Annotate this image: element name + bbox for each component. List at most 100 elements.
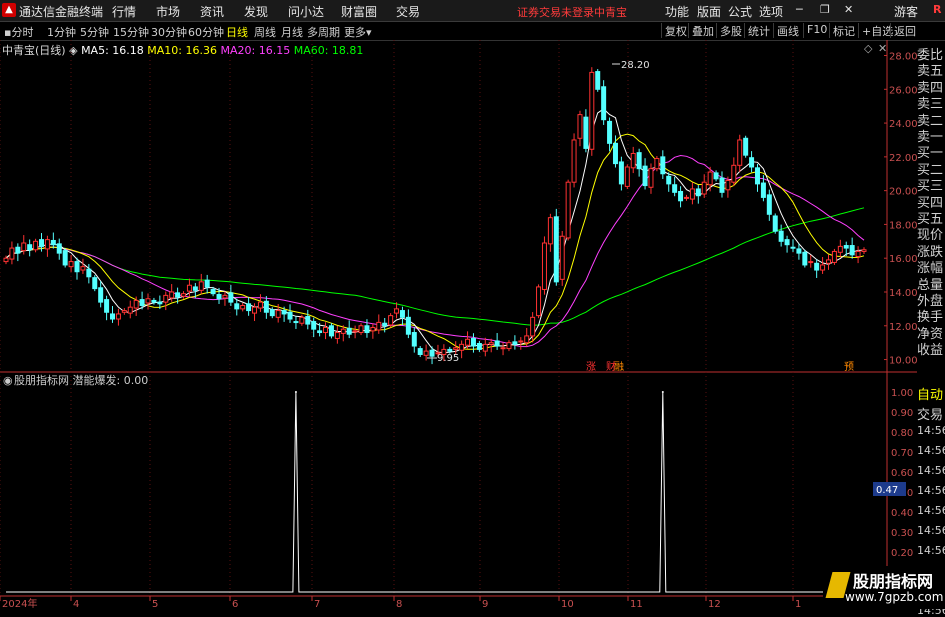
period-toolbar: ▪分时 1分钟 5分钟 15分钟 30分钟 60分钟 日线 周线 月线 多周期 …	[0, 22, 945, 41]
y-tick-label: 26.00	[889, 85, 917, 96]
candle-body	[275, 310, 281, 318]
candle-body	[565, 181, 571, 239]
tab-60min[interactable]: 60分钟	[188, 24, 224, 40]
candle-body	[630, 152, 636, 169]
trade-time: 14:56	[917, 504, 945, 517]
menu-formula[interactable]: 公式	[728, 3, 752, 20]
candle-body	[719, 177, 725, 193]
menu-function[interactable]: 功能	[665, 3, 689, 20]
menu-wealth[interactable]: 财富圈	[341, 3, 377, 20]
candle-body	[731, 164, 737, 183]
mark-button[interactable]: 标记	[829, 23, 858, 38]
candle-body	[476, 343, 482, 350]
menu-news[interactable]: 资讯	[200, 3, 224, 20]
draw-line-button[interactable]: 画线	[773, 23, 802, 38]
quote-field-label: 收益	[917, 343, 944, 359]
candle-body	[689, 188, 695, 200]
ma5-path	[5, 108, 865, 354]
tab-daily[interactable]: 日线	[226, 24, 248, 40]
candle-body	[524, 335, 530, 344]
multi-stock-button[interactable]: 多股	[716, 23, 745, 38]
candle-body	[358, 325, 364, 334]
minimize-icon[interactable]: ─	[796, 3, 803, 16]
candle-body	[814, 262, 820, 271]
x-tick-label: 2024年	[2, 597, 37, 609]
tab-more[interactable]: 更多▾	[344, 24, 372, 40]
indicator-tick-label: 0.60	[891, 468, 913, 479]
candle-body	[287, 311, 293, 320]
candle-body	[269, 309, 275, 317]
menu-layout[interactable]: 版面	[697, 3, 721, 20]
candle-body	[577, 114, 583, 139]
candle-body	[837, 245, 843, 253]
candle-body	[252, 306, 258, 314]
candle-body	[376, 321, 382, 331]
candle-body	[536, 286, 542, 317]
tab-15min[interactable]: 15分钟	[113, 24, 149, 40]
tab-intraday[interactable]: ▪分时	[4, 24, 33, 40]
y-tick-label: 12.00	[889, 322, 917, 333]
candle-body	[133, 299, 139, 309]
candle-body	[181, 293, 187, 297]
candle-body	[228, 292, 234, 303]
candle-body	[216, 294, 222, 300]
overlay-button[interactable]: 叠加	[688, 23, 717, 38]
chart-canvas[interactable]: 28.20 9.95 涨 财 融 预 ◉ 股朋指标网 潜能爆发: 0.00 28…	[0, 40, 917, 609]
indicator-toggle-icon[interactable]: ◉	[3, 374, 13, 387]
candle-body	[115, 313, 121, 320]
candle-body	[364, 325, 370, 334]
candle-body	[340, 328, 346, 334]
close-icon[interactable]: ✕	[844, 3, 853, 16]
candle-body	[683, 196, 689, 199]
menu-market[interactable]: 市场	[156, 3, 180, 20]
x-tick-label: 7	[314, 599, 320, 609]
y-tick-label: 16.00	[889, 254, 917, 265]
tab-multi-period[interactable]: 多周期	[307, 24, 340, 40]
tab-30min[interactable]: 30分钟	[151, 24, 187, 40]
auto-trade-label[interactable]: 自动	[917, 384, 945, 403]
candle-body	[110, 313, 116, 320]
back-button[interactable]: 返回	[890, 23, 919, 38]
menu-quotes[interactable]: 行情	[112, 3, 136, 20]
candle-body	[104, 299, 110, 313]
menu-ask[interactable]: 问小达	[288, 3, 324, 20]
y-tick-label: 18.00	[889, 220, 917, 231]
statistics-button[interactable]: 统计	[744, 23, 773, 38]
adjust-button[interactable]: 复权	[661, 23, 690, 38]
tab-monthly[interactable]: 月线	[281, 24, 303, 40]
candle-body	[328, 325, 334, 337]
candle-body	[825, 259, 831, 264]
f10-button[interactable]: F10	[803, 23, 830, 38]
tab-weekly[interactable]: 周线	[254, 24, 276, 40]
candle-body	[423, 350, 429, 356]
title-bar: ▲ 通达信金融终端 行情 市场 资讯 发现 问小达 财富圈 交易 证券交易未登录…	[0, 0, 945, 22]
candle-body	[33, 240, 39, 251]
candle-body	[541, 242, 547, 290]
r-badge: R	[933, 3, 942, 16]
tab-1min[interactable]: 1分钟	[47, 24, 76, 40]
candle-body	[459, 343, 465, 351]
menu-discover[interactable]: 发现	[244, 3, 268, 20]
login-notice[interactable]: 证券交易未登录	[517, 4, 594, 20]
menu-options[interactable]: 选项	[759, 3, 783, 20]
ma5-line	[5, 108, 865, 354]
candle-body	[246, 303, 252, 312]
candle-body	[27, 244, 33, 251]
candle-body	[121, 310, 127, 313]
x-tick-label: 4	[73, 599, 79, 609]
tab-5min[interactable]: 5分钟	[80, 24, 109, 40]
candle-body	[50, 239, 56, 246]
candle-body	[98, 287, 104, 303]
auto-trade-label: 交易	[917, 408, 944, 423]
guest-label[interactable]: 游客	[894, 3, 918, 20]
limit-up-tag[interactable]: 涨	[586, 361, 596, 373]
margin-tag[interactable]: 融	[614, 361, 624, 373]
candle-body	[305, 315, 311, 325]
candle-body	[636, 152, 642, 170]
menu-trade[interactable]: 交易	[396, 3, 420, 20]
restore-icon[interactable]: ❐	[820, 3, 830, 16]
current-stock: 中青宝	[594, 6, 627, 19]
forecast-tag[interactable]: 预	[844, 361, 854, 373]
watermark-title: 股朋指标网	[853, 572, 934, 591]
candle-body	[139, 299, 145, 307]
